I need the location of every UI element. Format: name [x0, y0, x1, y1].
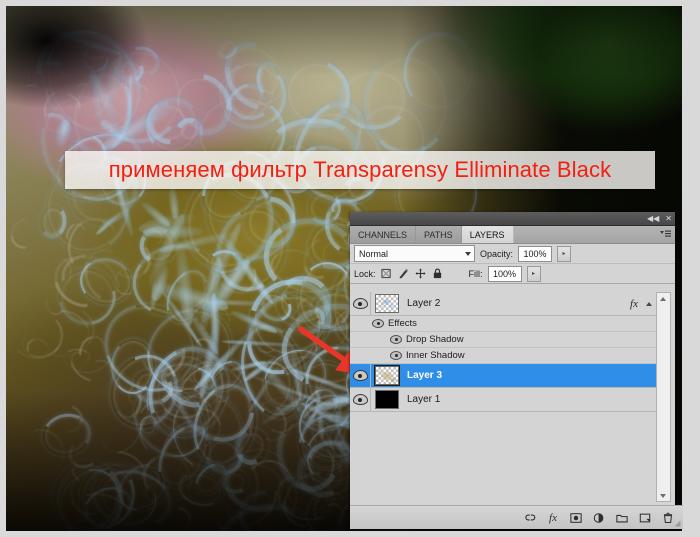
resize-grip[interactable]: [674, 520, 681, 527]
drop-shadow-label: Drop Shadow: [406, 334, 464, 345]
tab-paths[interactable]: PATHS: [416, 226, 462, 243]
layer-thumbnail: [374, 365, 400, 386]
layer-visibility-toggle[interactable]: [350, 292, 371, 315]
list-item[interactable]: Effects: [350, 316, 660, 332]
layers-bottom-toolbar: fx: [350, 505, 683, 529]
new-layer-icon[interactable]: [638, 511, 652, 525]
layer-name-label: Layer 3: [407, 370, 443, 381]
tab-layers[interactable]: LAYERS: [461, 226, 514, 243]
lock-transparency-icon[interactable]: [381, 268, 393, 280]
eye-icon: [352, 298, 368, 309]
inner-shadow-label: Inner Shadow: [406, 350, 465, 361]
fill-label: Fill:: [468, 268, 483, 279]
instruction-banner-text: применяем фильтр Transparensy Elliminate…: [108, 157, 612, 182]
scroll-up-button[interactable]: [657, 293, 668, 304]
lock-all-icon[interactable]: [432, 268, 444, 280]
blend-mode-value: Normal: [359, 248, 389, 259]
new-group-icon[interactable]: [615, 511, 629, 525]
panel-titlebar: ◀◀ ✕: [350, 212, 675, 226]
instruction-banner: применяем фильтр Transparensy Elliminate…: [65, 151, 655, 189]
eye-icon: [352, 370, 368, 381]
link-layers-icon[interactable]: [523, 511, 537, 525]
layers-panel: ◀◀ ✕ CHANNELS PATHS LAYERS Normal Opacit…: [350, 212, 683, 529]
layer-fx-badge[interactable]: fx: [630, 298, 638, 310]
effects-group-label: Effects: [388, 318, 417, 329]
effects-visibility-toggle[interactable]: [368, 316, 388, 331]
eye-icon: [390, 351, 402, 360]
layer-visibility-toggle[interactable]: [350, 388, 371, 411]
table-row[interactable]: Layer 3: [350, 364, 660, 388]
blend-mode-select[interactable]: Normal: [354, 245, 475, 262]
opacity-stepper[interactable]: ▸: [557, 245, 572, 262]
lock-position-icon[interactable]: [415, 268, 427, 280]
list-item[interactable]: Inner Shadow: [350, 348, 660, 364]
inner-shadow-visibility-toggle[interactable]: [386, 348, 406, 363]
opacity-input[interactable]: 100%: [518, 245, 553, 262]
layer-style-fx-icon[interactable]: fx: [546, 511, 560, 525]
lock-row: Lock: Fill: 100% ▸: [350, 264, 675, 284]
fill-input[interactable]: 100%: [487, 265, 522, 282]
close-panel-icon[interactable]: ✕: [665, 214, 672, 223]
eye-icon: [372, 319, 384, 328]
list-item[interactable]: Drop Shadow: [350, 332, 660, 348]
lock-label: Lock:: [354, 268, 376, 279]
layer-visibility-toggle[interactable]: [350, 364, 371, 387]
screenshot-root: применяем фильтр Transparensy Elliminate…: [0, 0, 700, 537]
layer-name-label: Layer 2: [407, 298, 441, 309]
layer-thumbnail: [374, 390, 400, 410]
chevron-down-icon: [465, 251, 471, 256]
eye-icon: [390, 335, 402, 344]
new-adjustment-layer-icon[interactable]: [592, 511, 606, 525]
add-layer-mask-icon[interactable]: [569, 511, 583, 525]
delete-layer-icon[interactable]: [661, 511, 675, 525]
drop-shadow-visibility-toggle[interactable]: [386, 332, 406, 347]
collapse-panel-icon[interactable]: ◀◀: [647, 214, 659, 223]
table-row[interactable]: Layer 1: [350, 388, 660, 412]
blend-mode-row: Normal Opacity: 100% ▸: [350, 244, 675, 264]
fill-stepper[interactable]: ▸: [526, 265, 541, 282]
scroll-down-button[interactable]: [657, 490, 668, 501]
layers-scrollbar[interactable]: [656, 292, 671, 502]
tab-channels[interactable]: CHANNELS: [350, 226, 417, 243]
layer-name-label: Layer 1: [407, 394, 441, 405]
eye-icon: [352, 394, 368, 405]
panel-tab-strip: CHANNELS PATHS LAYERS: [350, 226, 675, 244]
opacity-label: Opacity:: [480, 248, 514, 259]
layers-list: Layer 2 fx Effects Drop Shadow Inner Sha…: [350, 292, 660, 500]
table-row[interactable]: Layer 2 fx: [350, 292, 660, 316]
layer-thumbnail: [374, 294, 400, 314]
lock-image-icon[interactable]: [398, 268, 410, 280]
expand-effects-icon[interactable]: [646, 301, 652, 306]
panel-menu-icon[interactable]: [660, 230, 671, 239]
